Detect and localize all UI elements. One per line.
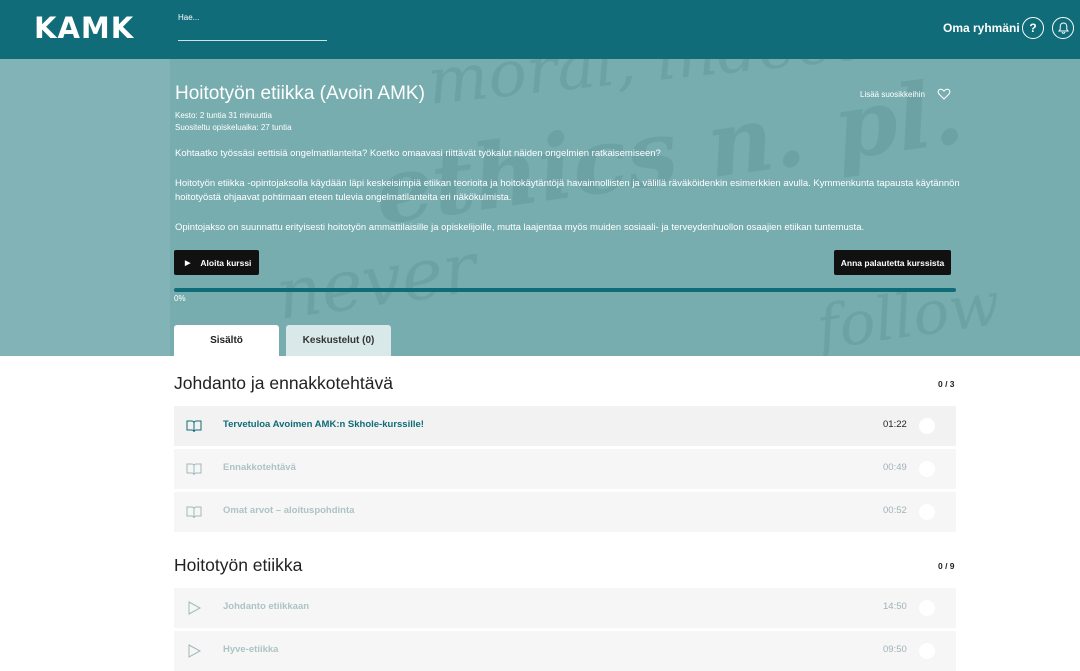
lesson-completion-indicator: [919, 643, 935, 659]
lesson-row[interactable]: Hyve-etiikka 09:50: [174, 631, 956, 671]
lesson-duration: 01:22: [883, 419, 907, 430]
search-input[interactable]: Hae...: [178, 13, 199, 22]
course-description-intro: Kohtaatko työssäsi eettisiä ongelmatilan…: [175, 148, 661, 159]
play-icon: ▶: [185, 259, 191, 267]
recommended-study-time: Suositeltu opiskeluaika: 27 tuntia: [175, 123, 292, 132]
lesson-completion-indicator: [919, 461, 935, 477]
my-group-link[interactable]: Oma ryhmäni: [943, 21, 1020, 35]
start-course-label: Aloita kurssi: [200, 257, 252, 268]
start-course-button[interactable]: ▶ Aloita kurssi: [174, 250, 259, 275]
lesson-duration: 00:52: [883, 505, 907, 516]
course-title: Hoitotyön etiikka (Avoin AMK): [175, 83, 425, 104]
notifications-button[interactable]: [1052, 17, 1074, 39]
section-title: Johdanto ja ennakkotehtävä: [174, 373, 393, 393]
top-navigation-bar: KAMK Hae... Oma ryhmäni ?: [0, 0, 1080, 59]
tab-discussions[interactable]: Keskustelut (0): [286, 325, 391, 356]
lesson-row[interactable]: Johdanto etiikkaan 14:50: [174, 588, 956, 628]
lesson-completion-indicator: [919, 504, 935, 520]
book-icon: [186, 420, 202, 433]
lesson-title[interactable]: Hyve-etiikka: [223, 644, 278, 655]
bell-icon: [1057, 22, 1069, 34]
lesson-row[interactable]: Omat arvot – aloituspohdinta 00:52: [174, 492, 956, 532]
tab-content[interactable]: Sisältö: [174, 325, 279, 356]
lesson-completion-indicator: [919, 600, 935, 616]
lesson-duration: 09:50: [883, 644, 907, 655]
book-icon: [186, 506, 202, 519]
give-feedback-button[interactable]: Anna palautetta kurssista: [834, 250, 951, 275]
section-progress-count: 0 / 3: [938, 379, 955, 389]
course-description-body: Hoitotyön etiikka -opintojaksolla käydää…: [175, 178, 960, 203]
question-icon: ?: [1029, 21, 1037, 35]
lesson-duration: 00:49: [883, 462, 907, 473]
section-title: Hoitotyön etiikka: [174, 555, 303, 575]
lesson-duration: 14:50: [883, 601, 907, 612]
lesson-title[interactable]: Omat arvot – aloituspohdinta: [223, 505, 354, 516]
lesson-title[interactable]: Johdanto etiikkaan: [223, 601, 309, 612]
course-duration: Kesto: 2 tuntia 31 minuuttia: [175, 111, 272, 120]
lesson-title[interactable]: Ennakkotehtävä: [223, 462, 296, 473]
course-description-audience: Opintojakso on suunnattu erityisesti hoi…: [175, 222, 865, 233]
heart-icon[interactable]: [937, 87, 951, 101]
lesson-row[interactable]: Ennakkotehtävä 00:49: [174, 449, 956, 489]
play-icon: [188, 644, 202, 658]
section-progress-count: 0 / 9: [938, 561, 955, 571]
lesson-row[interactable]: Tervetuloa Avoimen AMK:n Skhole-kurssill…: [174, 406, 956, 446]
play-icon: [188, 601, 202, 615]
lesson-completion-indicator: [919, 418, 935, 434]
course-progress-text: 0%: [174, 294, 186, 303]
search-input-underline[interactable]: [178, 40, 327, 41]
course-progress-bar: [174, 288, 956, 292]
course-hero: moral, indeed ethics n. pl. never follow…: [0, 59, 1080, 356]
add-to-favorites-link[interactable]: Lisää suosikkeihin: [860, 90, 925, 99]
course-header-content: Hoitotyön etiikka (Avoin AMK) Lisää suos…: [0, 59, 1080, 356]
lesson-title[interactable]: Tervetuloa Avoimen AMK:n Skhole-kurssill…: [223, 419, 424, 430]
help-button[interactable]: ?: [1022, 17, 1044, 39]
kamk-logo[interactable]: KAMK: [34, 14, 134, 43]
book-icon: [186, 463, 202, 476]
